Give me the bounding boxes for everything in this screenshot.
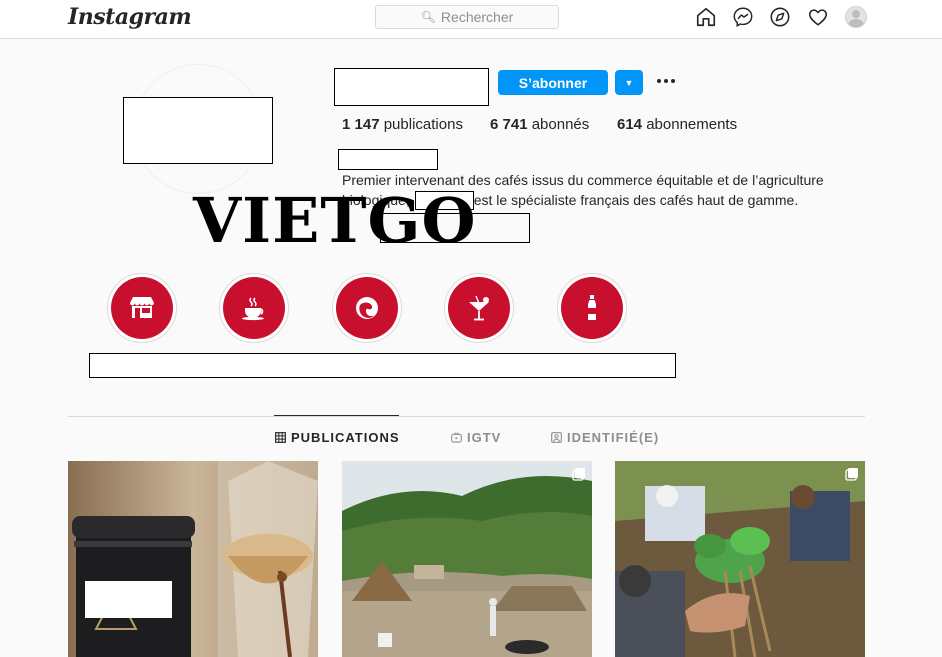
seedling-planting-photo — [615, 461, 865, 657]
bio-line-2-end: est le spécialiste français des cafés ha… — [473, 192, 799, 208]
tab-igtv[interactable]: IGTV — [451, 430, 501, 445]
story-highlight-1[interactable] — [107, 273, 177, 343]
farm-landscape-photo — [342, 461, 592, 657]
active-tab-indicator — [274, 415, 399, 416]
heart-icon[interactable] — [807, 6, 829, 28]
storefront-icon — [130, 297, 154, 318]
explore-icon[interactable] — [769, 6, 791, 28]
chevron-down-icon: ▼ — [624, 77, 634, 88]
bottle-icon — [588, 295, 596, 320]
posts-count: 1 147 — [342, 116, 380, 133]
coffee-jar-photo — [68, 461, 318, 657]
redacted-link-box — [380, 213, 530, 243]
grid-icon — [275, 432, 286, 443]
tagged-icon — [551, 432, 562, 443]
follow-button[interactable]: S’abonner — [498, 70, 608, 95]
followers-stat[interactable]: 6 741 abonnés — [490, 116, 589, 133]
search-placeholder: Rechercher — [440, 9, 514, 25]
redacted-caption-bar — [89, 353, 676, 378]
posts-stat: 1 147 publications — [342, 116, 463, 133]
carousel-icon — [845, 468, 858, 481]
tab-tagged[interactable]: IDENTIFIÉ(E) — [551, 430, 659, 445]
instagram-logo[interactable]: Instagram — [68, 4, 192, 30]
story-highlight-4[interactable] — [444, 273, 514, 343]
tab-tagged-label: IDENTIFIÉ(E) — [567, 430, 660, 445]
igtv-icon — [451, 432, 462, 443]
followers-label: abonnés — [531, 116, 590, 133]
tab-igtv-label: IGTV — [467, 430, 502, 445]
posts-label: publications — [383, 116, 463, 133]
tab-publications[interactable]: PUBLICATIONS — [275, 430, 400, 445]
coffee-bean-icon — [356, 297, 378, 319]
more-options-icon[interactable] — [655, 70, 677, 92]
story-highlight-3[interactable] — [332, 273, 402, 343]
home-icon[interactable] — [695, 6, 717, 28]
carousel-icon — [572, 468, 585, 481]
avatar[interactable] — [845, 6, 867, 28]
redacted-username — [334, 68, 489, 106]
following-count: 614 — [617, 116, 643, 133]
post-thumbnail-3[interactable] — [615, 461, 865, 657]
top-navigation-bar: Instagram 🔍︎ Rechercher — [0, 0, 942, 39]
redacted-full-name — [338, 149, 438, 170]
redacted-label — [85, 581, 172, 618]
tab-publications-label: PUBLICATIONS — [291, 430, 400, 445]
suggestions-dropdown-button[interactable]: ▼ — [615, 70, 643, 95]
story-highlight-2[interactable] — [219, 273, 289, 343]
following-label: abonnements — [646, 116, 738, 133]
followers-count: 6 741 — [490, 116, 528, 133]
search-icon: 🔍︎ — [420, 10, 436, 24]
search-input[interactable]: 🔍︎ Rechercher — [375, 5, 559, 29]
following-stat[interactable]: 614 abonnements — [617, 116, 737, 133]
cocktail-icon — [469, 295, 489, 321]
redacted-box — [123, 97, 273, 164]
messenger-icon[interactable] — [732, 6, 754, 28]
coffee-cup-icon — [242, 297, 264, 321]
post-thumbnail-1[interactable] — [68, 461, 318, 657]
story-highlight-5[interactable] — [557, 273, 627, 343]
post-thumbnail-2[interactable] — [342, 461, 592, 657]
tabs-divider — [68, 416, 865, 417]
